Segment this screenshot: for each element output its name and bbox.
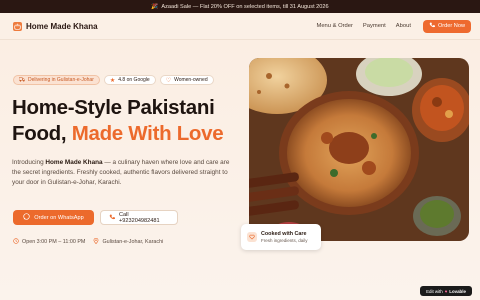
clock-icon: [13, 238, 19, 246]
hours-info: Open 3:00 PM – 11:00 PM: [13, 238, 85, 246]
top-navbar: Home Made Khana Menu & Order Payment Abo…: [0, 13, 480, 40]
hero-food-image: [249, 58, 469, 241]
location-info: Gulistan-e-Johar, Karachi: [93, 237, 164, 246]
lovable-prefix: Edit with: [426, 288, 443, 294]
hours-text: Open 3:00 PM – 11:00 PM: [22, 239, 86, 245]
whatsapp-icon: [23, 213, 30, 222]
whatsapp-order-button[interactable]: Order on WhatsApp: [13, 210, 94, 225]
hero-description: Introducing Home Made Khana — a culinary…: [12, 158, 234, 188]
lovable-brand: Lovable: [449, 288, 466, 294]
brand-logo[interactable]: Home Made Khana: [13, 21, 98, 31]
desc-brand: Home Made Khana: [45, 159, 103, 166]
promo-text: Azaadi Sale — Flat 20% OFF on selected i…: [161, 3, 329, 10]
edit-with-lovable-badge[interactable]: Edit with ♥ Lovable: [420, 286, 472, 296]
care-text: Cooked with Care Fresh ingredients, dail…: [261, 231, 308, 243]
care-subtitle: Fresh ingredients, daily: [261, 238, 308, 243]
delivery-badge-label: Delivering in Gulistan-e-Johar: [28, 77, 94, 83]
hero-headline: Home-Style Pakistani Food, Made With Lov…: [12, 95, 242, 146]
women-owned-badge-label: Women-owned: [174, 77, 208, 83]
hero-badges: Delivering in Gulistan-e-Johar ★ 4.8 on …: [13, 75, 214, 85]
star-icon: ★: [109, 77, 116, 84]
hero-info-row: Open 3:00 PM – 11:00 PM Gulistan-e-Johar…: [13, 237, 164, 246]
call-button[interactable]: Call +923204982481: [100, 210, 178, 225]
care-info-card: Cooked with Care Fresh ingredients, dail…: [241, 224, 321, 250]
heart-icon: [247, 232, 257, 242]
truck-icon: [18, 77, 26, 84]
headline-accent: Made With Love: [71, 121, 224, 145]
phone-icon: [109, 214, 115, 222]
promo-banner: 🎉 Azaadi Sale — Flat 20% OFF on selected…: [0, 0, 480, 13]
party-popper-icon: 🎉: [151, 3, 159, 10]
desc-intro: Introducing: [12, 159, 46, 166]
brand-name: Home Made Khana: [26, 21, 98, 31]
care-title: Cooked with Care: [261, 231, 307, 237]
map-pin-icon: [93, 237, 99, 246]
rating-badge: ★ 4.8 on Google: [103, 75, 156, 85]
delivery-badge: Delivering in Gulistan-e-Johar: [13, 75, 100, 85]
location-text: Gulistan-e-Johar, Karachi: [102, 239, 164, 245]
cooking-pot-icon: [13, 21, 22, 31]
rating-badge-label: 4.8 on Google: [118, 77, 150, 83]
nav-link-menu[interactable]: Menu & Order: [317, 23, 353, 29]
headline-line2: Food,: [12, 121, 67, 145]
headline-line1: Home-Style Pakistani: [12, 96, 215, 119]
nav-link-about[interactable]: About: [396, 23, 411, 29]
phone-icon: [429, 22, 435, 30]
hero-cta-group: Order on WhatsApp Call +923204982481: [13, 210, 178, 225]
heart-icon: ♡: [165, 77, 172, 84]
call-button-label: Call +923204982481: [119, 211, 160, 224]
lovable-heart-icon: ♥: [444, 288, 448, 294]
whatsapp-button-label: Order on WhatsApp: [34, 214, 84, 221]
order-now-button[interactable]: Order Now: [422, 19, 471, 33]
order-now-label: Order Now: [437, 23, 465, 29]
nav-links: Menu & Order Payment About: [317, 23, 411, 29]
nav-link-payment[interactable]: Payment: [363, 23, 386, 29]
women-owned-badge: ♡ Women-owned: [159, 75, 214, 85]
